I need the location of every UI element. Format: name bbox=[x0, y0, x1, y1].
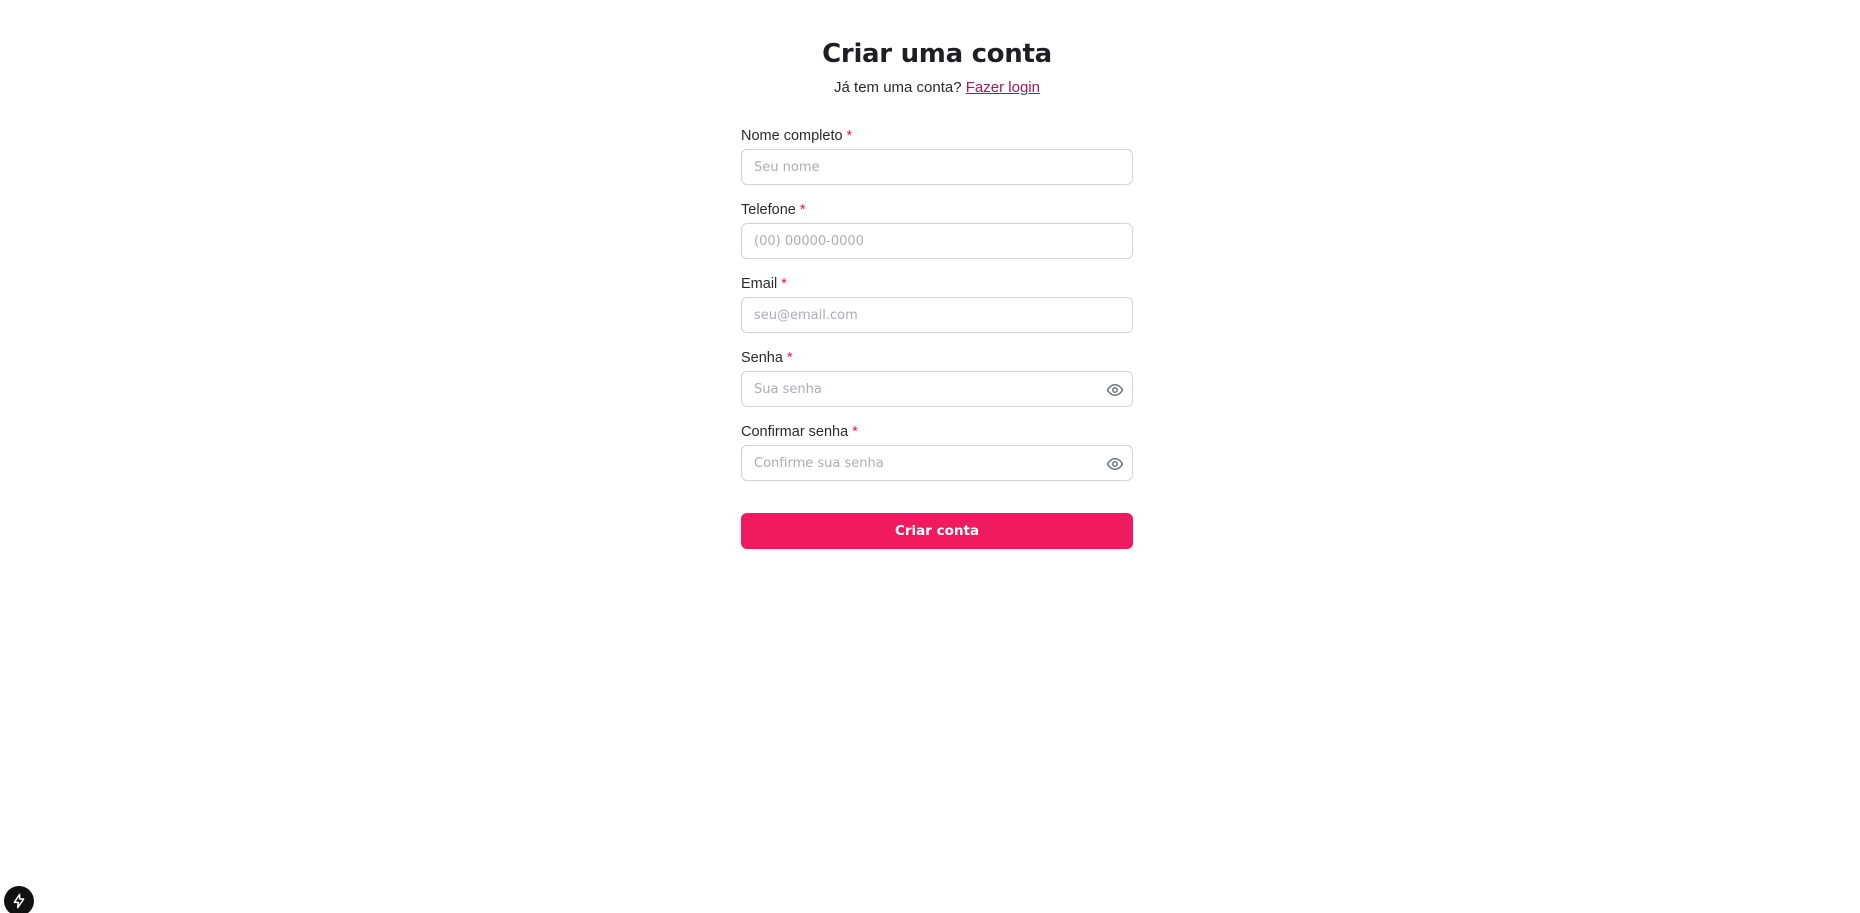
confirm-password-input-box bbox=[741, 445, 1133, 481]
email-input[interactable] bbox=[742, 298, 1132, 332]
password-label-text: Senha bbox=[741, 350, 783, 366]
form-fields: Nome completo* Telefone* Email* bbox=[741, 127, 1133, 481]
required-marker: * bbox=[852, 424, 858, 440]
create-account-button[interactable]: Criar conta bbox=[741, 513, 1133, 549]
required-marker: * bbox=[781, 276, 787, 292]
required-marker: * bbox=[799, 202, 806, 218]
page-title: Criar uma conta bbox=[822, 39, 1052, 69]
password-label: Senha * bbox=[741, 349, 1133, 367]
required-marker: * bbox=[846, 128, 853, 144]
signup-page: Criar uma conta Já tem uma conta? Fazer … bbox=[0, 0, 1860, 913]
password-field-group: Senha * bbox=[741, 349, 1133, 407]
name-label: Nome completo * bbox=[741, 127, 1133, 145]
password-input-box bbox=[741, 371, 1133, 407]
phone-input[interactable] bbox=[742, 224, 1132, 258]
eye-icon[interactable] bbox=[1106, 381, 1124, 399]
confirm-password-input[interactable] bbox=[742, 446, 1132, 480]
confirm-password-field-group: Confirmar senha * bbox=[741, 423, 1133, 481]
phone-label: Telefone * bbox=[741, 201, 1133, 219]
email-label-text: Email bbox=[741, 276, 778, 292]
name-label-text: Nome completo bbox=[741, 128, 843, 144]
email-field-group: Email * bbox=[741, 275, 1133, 333]
eye-icon[interactable] bbox=[1106, 455, 1124, 473]
name-field-group: Nome completo * bbox=[741, 127, 1133, 185]
required-marker: * bbox=[786, 350, 793, 366]
phone-input-box bbox=[741, 223, 1133, 259]
login-prompt-text: Já tem uma conta? bbox=[834, 79, 962, 96]
dev-tools-badge[interactable] bbox=[4, 886, 34, 913]
login-prompt: Já tem uma conta? Fazer login bbox=[741, 78, 1133, 98]
email-label: Email * bbox=[741, 275, 1133, 293]
name-input[interactable] bbox=[742, 150, 1132, 184]
login-link[interactable]: Fazer login bbox=[966, 79, 1040, 96]
password-input[interactable] bbox=[742, 372, 1132, 406]
name-input-box bbox=[741, 149, 1133, 185]
confirm-password-label: Confirmar senha * bbox=[741, 423, 1133, 441]
email-input-box bbox=[741, 297, 1133, 333]
phone-field-group: Telefone * bbox=[741, 201, 1133, 259]
lightning-icon bbox=[13, 893, 25, 909]
confirm-password-label-text: Confirmar senha bbox=[741, 424, 849, 440]
phone-label-text: Telefone bbox=[741, 202, 796, 218]
signup-form: Criar uma conta Já tem uma conta? Fazer … bbox=[741, 38, 1133, 549]
